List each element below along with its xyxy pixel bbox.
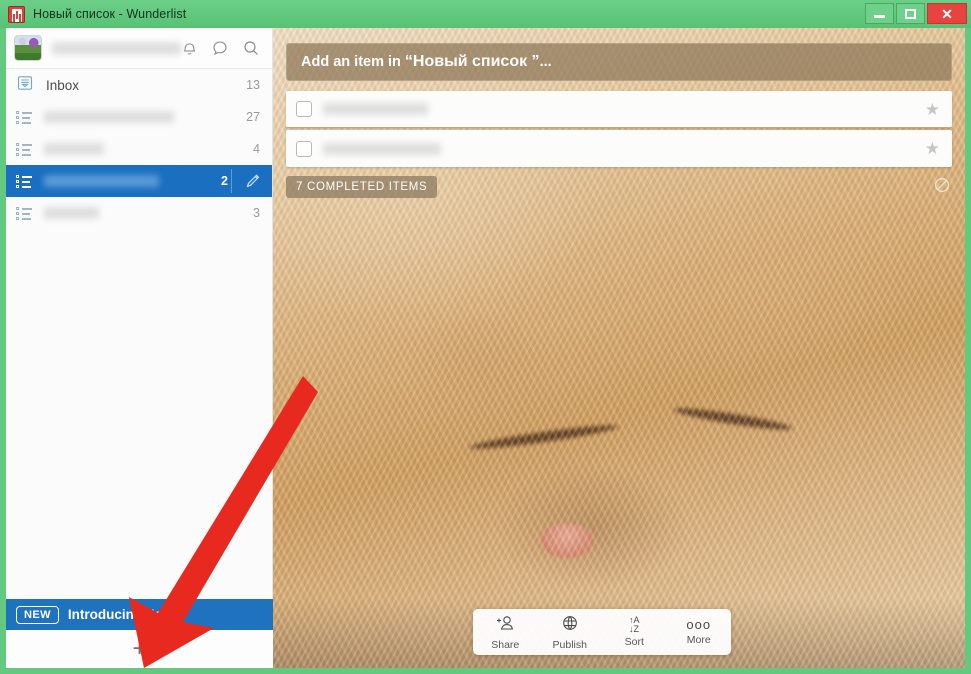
maximize-button[interactable] — [896, 3, 925, 24]
folders-promo-banner[interactable]: NEW Introducing Fol — [6, 599, 273, 630]
cat-nose — [541, 524, 593, 558]
publish-globe-icon — [560, 614, 580, 637]
chat-bubble-icon[interactable] — [211, 39, 229, 57]
sidebar-item-count: 13 — [246, 78, 260, 92]
task-title — [323, 142, 441, 155]
star-icon[interactable]: ★ — [925, 101, 940, 118]
inbox-icon — [16, 75, 34, 96]
sidebar-header-icons — [181, 39, 260, 57]
pencil-icon[interactable] — [244, 172, 262, 195]
minimize-button[interactable] — [865, 3, 894, 24]
sidebar-item-count: 27 — [246, 110, 260, 124]
sidebar-item-list-3[interactable]: 4 — [6, 133, 272, 165]
divider — [231, 169, 232, 193]
star-icon[interactable]: ★ — [925, 140, 940, 157]
search-icon[interactable] — [242, 39, 260, 57]
sidebar-item-list-2[interactable]: 27 — [6, 101, 272, 133]
publish-button[interactable]: Publish — [538, 614, 603, 651]
add-item-placeholder: Add an item in “Новый список ”... — [301, 53, 552, 70]
sidebar-item-count: 4 — [253, 142, 260, 156]
sidebar-item-selected-list[interactable]: 2 — [6, 165, 272, 197]
sidebar-item-label: Inbox — [46, 77, 80, 93]
task-row[interactable]: ★ — [286, 130, 952, 167]
more-button[interactable]: ooo More — [667, 617, 732, 647]
sidebar-item-list-5[interactable]: 3 — [6, 197, 272, 229]
completed-items-badge[interactable]: 7 COMPLETED ITEMS — [286, 176, 438, 198]
sidebar-bottom: NEW Introducing Fol + — [6, 599, 273, 668]
app-window: Новый список - Wunderlist ✕ Inbox 13 27 … — [0, 0, 971, 674]
username-label — [52, 41, 181, 55]
sidebar-item-count: 2 — [221, 174, 228, 188]
cat-eye-left — [469, 421, 619, 453]
sidebar-item-label — [44, 207, 99, 219]
list-actions-toolbar: Share Publish ↑A ↓Z Sort ooo More — [473, 609, 731, 655]
sidebar-item-inbox[interactable]: Inbox 13 — [6, 69, 272, 101]
cat-eye-right — [672, 404, 794, 434]
share-button[interactable]: Share — [473, 614, 538, 651]
list-icon — [16, 175, 32, 188]
close-button[interactable]: ✕ — [927, 3, 967, 24]
wunderlist-icon — [8, 5, 25, 23]
task-checkbox[interactable] — [296, 101, 312, 117]
title-bar: Новый список - Wunderlist ✕ — [0, 0, 971, 28]
add-item-input[interactable]: Add an item in “Новый список ”... — [286, 43, 952, 81]
task-row[interactable]: ★ — [286, 91, 952, 128]
sidebar-item-count: 3 — [253, 206, 260, 220]
avatar[interactable] — [14, 35, 42, 61]
sidebar-item-label — [44, 111, 174, 123]
sidebar-item-label — [44, 143, 104, 155]
window-title: Новый список - Wunderlist — [33, 7, 187, 21]
main-pane: Add an item in “Новый список ”... ★ ★ 7 … — [273, 28, 965, 668]
publish-label: Publish — [552, 638, 587, 651]
list-icon — [16, 143, 32, 156]
sort-az-icon: ↑A ↓Z — [628, 615, 640, 634]
client-area: Inbox 13 27 4 2 3 NEW Introducing Fol + … — [6, 28, 965, 668]
sidebar-header — [6, 28, 272, 69]
banner-label: Introducing Fol — [67, 607, 167, 622]
sort-button[interactable]: ↑A ↓Z Sort — [602, 615, 667, 649]
sidebar-list: Inbox 13 27 4 2 3 — [6, 69, 272, 229]
add-list-button[interactable]: + — [6, 630, 273, 668]
share-person-icon — [494, 614, 516, 637]
list-icon — [16, 111, 32, 124]
task-title — [323, 103, 428, 115]
sort-label: Sort — [624, 636, 644, 648]
task-checkbox[interactable] — [296, 140, 312, 157]
more-dots-icon: ooo — [686, 617, 712, 632]
window-controls: ✕ — [865, 3, 967, 24]
more-label: More — [686, 634, 711, 646]
sidebar: Inbox 13 27 4 2 3 NEW Introducing Fol + — [6, 28, 273, 668]
share-label: Share — [491, 638, 520, 651]
list-icon — [16, 207, 32, 220]
hide-circle-slash-icon[interactable] — [933, 176, 951, 199]
close-icon: ✕ — [941, 5, 953, 22]
new-badge: NEW — [16, 605, 59, 624]
sidebar-item-label — [44, 175, 159, 187]
notifications-bell-icon[interactable] — [181, 39, 198, 57]
